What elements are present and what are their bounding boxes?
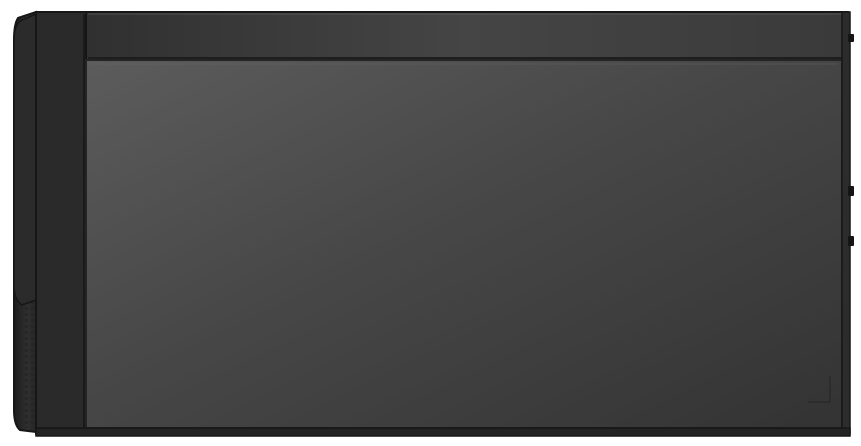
pc-tower-side-view	[13, 10, 854, 437]
rear-frame	[841, 11, 851, 435]
front-bezel	[13, 10, 37, 434]
front-vent-grille	[18, 300, 34, 428]
top-strip	[85, 11, 849, 61]
front-frame	[35, 11, 87, 435]
bottom-edge	[35, 427, 851, 437]
rear-port	[848, 34, 854, 42]
side-panel	[85, 59, 843, 429]
rear-port	[848, 186, 854, 196]
product-photo	[0, 0, 861, 446]
rear-port	[848, 236, 854, 246]
